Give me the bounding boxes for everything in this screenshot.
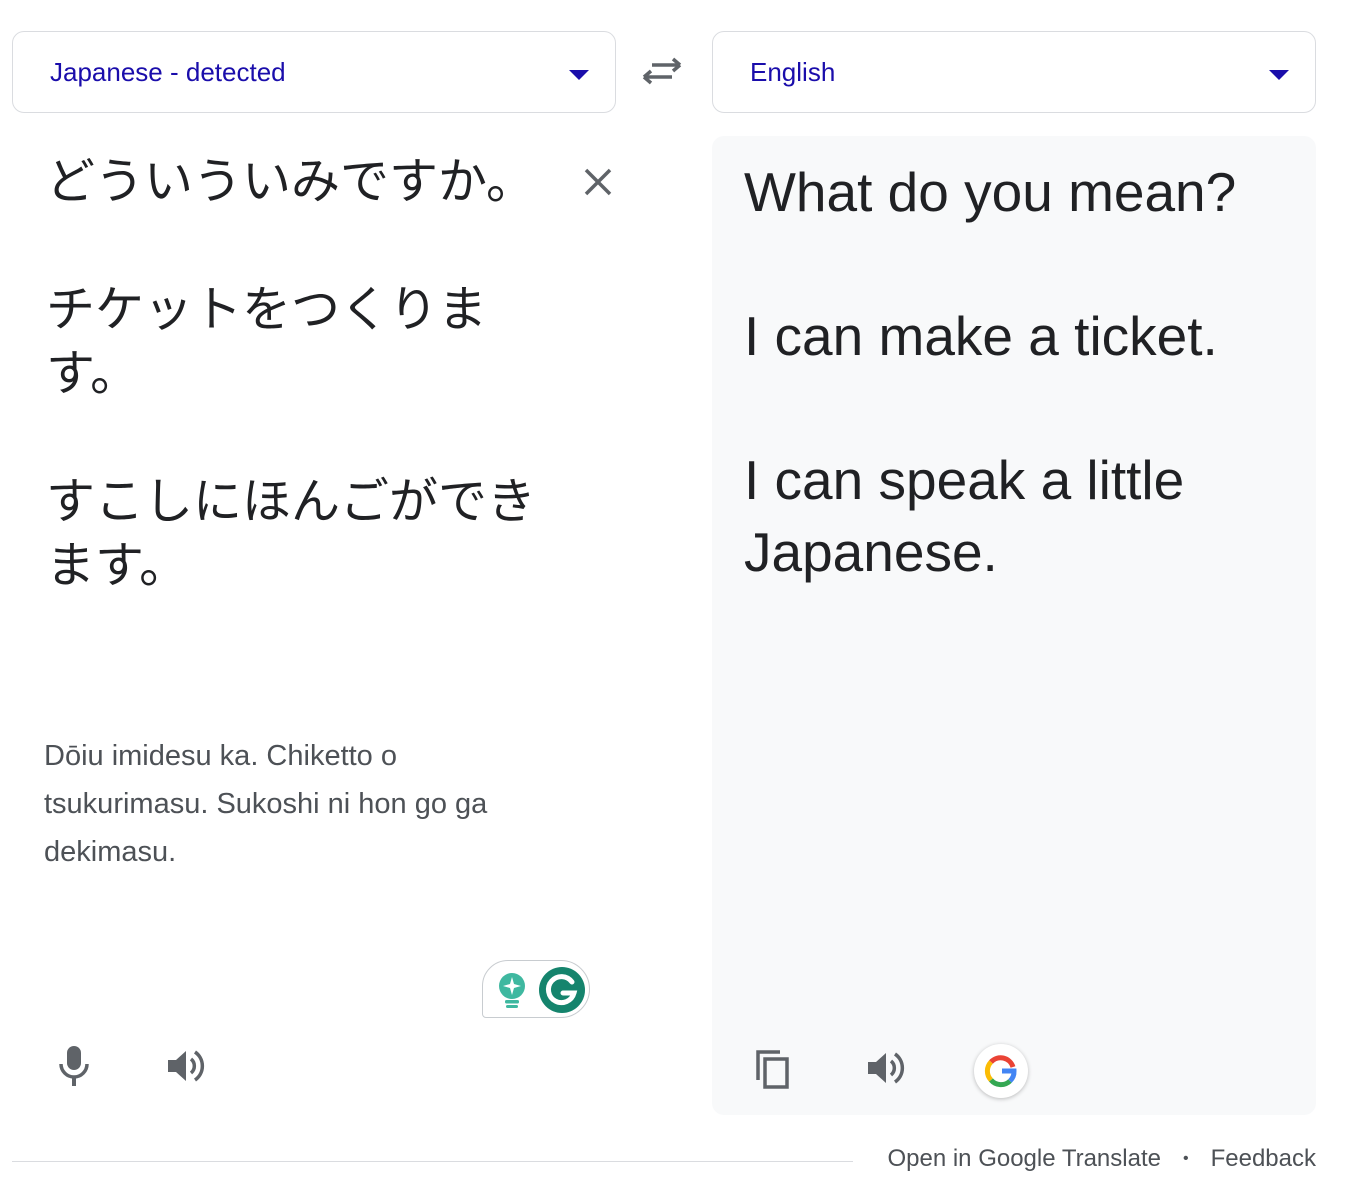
microphone-icon (59, 1046, 89, 1086)
footer-separator: • (1182, 1150, 1189, 1167)
google-search-button[interactable] (974, 1044, 1028, 1098)
target-language-label: English (750, 56, 836, 87)
target-language-select[interactable]: English (712, 31, 1316, 113)
chevron-down-icon (569, 70, 589, 80)
speaker-icon (168, 1050, 205, 1082)
swap-languages-button[interactable] (640, 52, 684, 92)
source-text-line: チケットをつくります。 (46, 281, 488, 402)
translation-line: I can speak a little Japanese. (744, 449, 1185, 583)
footer-divider (12, 1161, 853, 1162)
translation-output: What do you mean? I can make a ticket. I… (744, 156, 1284, 660)
listen-translation-button[interactable] (864, 1048, 908, 1088)
grammarly-widget[interactable] (482, 960, 590, 1018)
copy-icon (756, 1050, 789, 1089)
source-text-line: すこしにほんごができます。 (46, 473, 537, 594)
source-language-select[interactable]: Japanese - detected (12, 31, 616, 113)
feedback-link[interactable]: Feedback (1211, 1145, 1316, 1173)
microphone-button[interactable] (56, 1044, 92, 1088)
grammarly-bulb-icon (499, 973, 525, 1008)
chevron-down-icon (1269, 70, 1289, 80)
translation-panel: What do you mean? I can make a ticket. I… (712, 136, 1316, 1115)
listen-source-button[interactable] (164, 1046, 208, 1086)
open-in-google-translate-link[interactable]: Open in Google Translate (887, 1145, 1161, 1173)
copy-translation-button[interactable] (752, 1046, 794, 1092)
swap-icon (642, 57, 682, 85)
close-icon (584, 168, 612, 196)
translation-line: What do you mean? (744, 161, 1237, 223)
source-language-label: Japanese - detected (50, 56, 286, 87)
footer: Open in Google Translate • Feedback (887, 1145, 1316, 1173)
clear-text-button[interactable] (578, 162, 618, 202)
google-icon (984, 1055, 1017, 1088)
speaker-icon (868, 1052, 905, 1084)
romanization-text: Dōiu imidesu ka. Chiketto o tsukurimasu.… (44, 740, 488, 868)
source-text-line: どういういみですか。 (46, 153, 536, 210)
translation-line: I can make a ticket. (744, 305, 1218, 367)
source-text-input[interactable]: どういういみですか。 チケットをつくります。 すこしにほんごができます。 (46, 150, 566, 662)
grammarly-logo-icon (539, 967, 585, 1013)
